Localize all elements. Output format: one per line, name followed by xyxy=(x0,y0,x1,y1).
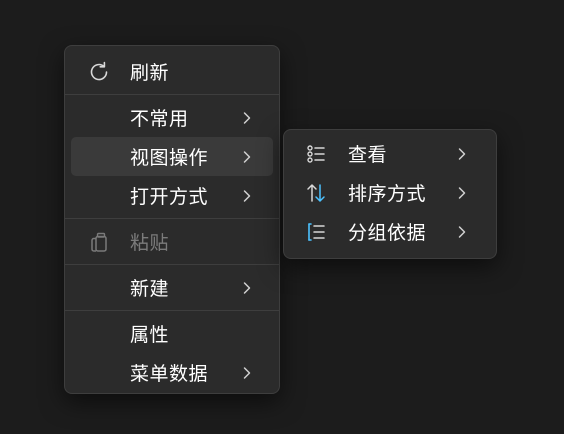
chevron-right-icon xyxy=(456,185,468,201)
menu-item-label: 新建 xyxy=(130,277,170,300)
chevron-right-icon xyxy=(241,149,253,165)
desktop-background: 刷新 不常用 视图操作 打开方式 粘贴 新建 属性 菜单数据 查看 排序方式 分… xyxy=(0,0,564,434)
menu-item-label: 查看 xyxy=(348,143,388,166)
chevron-right-icon xyxy=(456,146,468,162)
menu-item-menu-data[interactable]: 菜单数据 xyxy=(71,353,273,392)
submenu-item-sort[interactable]: 排序方式 xyxy=(290,173,490,212)
menu-separator xyxy=(65,264,279,265)
menu-item-label: 菜单数据 xyxy=(130,362,209,385)
menu-separator xyxy=(65,310,279,311)
refresh-icon xyxy=(87,60,111,84)
submenu-view-ops: 查看 排序方式 分组依据 xyxy=(283,129,497,259)
sort-icon xyxy=(304,181,328,205)
view-list-icon xyxy=(304,142,328,166)
menu-item-label: 属性 xyxy=(130,323,170,346)
menu-item-view-ops[interactable]: 视图操作 xyxy=(71,137,273,176)
menu-item-label: 视图操作 xyxy=(130,146,209,169)
context-menu: 刷新 不常用 视图操作 打开方式 粘贴 新建 属性 菜单数据 xyxy=(64,45,280,394)
menu-separator xyxy=(65,94,279,95)
menu-item-label: 粘贴 xyxy=(130,231,170,254)
chevron-right-icon xyxy=(241,280,253,296)
chevron-right-icon xyxy=(241,365,253,381)
submenu-item-view[interactable]: 查看 xyxy=(290,134,490,173)
menu-item-properties[interactable]: 属性 xyxy=(71,314,273,353)
menu-item-label: 刷新 xyxy=(130,61,170,84)
chevron-right-icon xyxy=(241,110,253,126)
chevron-right-icon xyxy=(241,188,253,204)
chevron-right-icon xyxy=(456,224,468,240)
menu-item-uncommon[interactable]: 不常用 xyxy=(71,98,273,137)
menu-item-label: 排序方式 xyxy=(348,182,427,205)
menu-item-paste[interactable]: 粘贴 xyxy=(71,222,273,261)
menu-item-open-with[interactable]: 打开方式 xyxy=(71,176,273,215)
menu-separator xyxy=(65,218,279,219)
menu-item-label: 不常用 xyxy=(130,107,189,130)
group-list-icon xyxy=(304,220,328,244)
submenu-item-group[interactable]: 分组依据 xyxy=(290,212,490,251)
menu-item-new[interactable]: 新建 xyxy=(71,268,273,307)
menu-item-label: 打开方式 xyxy=(130,185,209,208)
menu-item-refresh[interactable]: 刷新 xyxy=(71,52,273,91)
menu-item-label: 分组依据 xyxy=(348,221,427,244)
clipboard-icon xyxy=(87,230,111,254)
